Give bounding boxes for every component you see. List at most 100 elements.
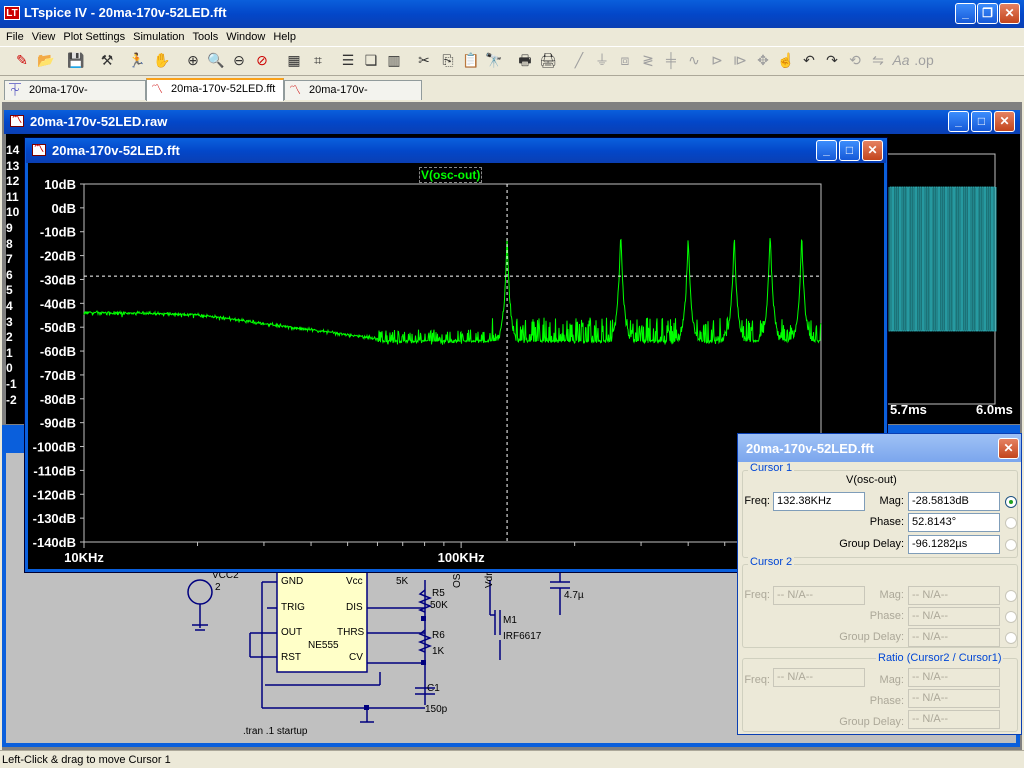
freq1-label: Freq: — [744, 495, 770, 507]
raw-close-button[interactable]: ✕ — [994, 111, 1015, 132]
status-text: Left-Click & drag to move Cursor 1 — [2, 754, 171, 766]
fft-trace-v-osc-out[interactable] — [83, 238, 822, 345]
tab-asc[interactable]: ⏇ 20ma-170v-52LED.asc — [4, 80, 146, 115]
fft-window-title: 20ma-170v-52LED.fft — [52, 143, 180, 158]
copy-icon[interactable]: ⎘ — [438, 50, 458, 70]
diode-icon[interactable]: ⊳ — [707, 50, 727, 70]
fft-minimize-button[interactable]: _ — [816, 140, 837, 161]
zoom-out-icon[interactable]: ⊖ — [229, 50, 249, 70]
cursor2-gd-radio[interactable] — [1005, 632, 1017, 644]
zoom-cancel-icon[interactable]: ⊘ — [252, 50, 272, 70]
tile-vertical-icon[interactable]: ▥ — [384, 50, 404, 70]
tab-raw[interactable]: 〽 20ma-170v-52LED.raw — [284, 80, 422, 115]
mag-ratio-field[interactable]: -- N/A-- — [908, 668, 1000, 687]
cursor1-gd-radio[interactable] — [1005, 539, 1017, 551]
raw-maximize-button[interactable]: □ — [971, 111, 992, 132]
cut-icon[interactable]: ✂ — [414, 50, 434, 70]
tab-fft[interactable]: 〽 20ma-170v-52LED.fft — [146, 78, 284, 101]
print-preview-icon[interactable]: 🖶 — [515, 50, 535, 70]
pin-trig: TRIG — [281, 602, 305, 613]
halt-icon[interactable]: ✋ — [152, 50, 172, 70]
raw-y-axis: 14 13 12 11 10 9 8 7 6 5 4 3 2 1 0 -1 -2 — [6, 143, 26, 413]
mag1-field[interactable]: -28.5813dB — [908, 492, 1000, 511]
component-icon[interactable]: ⧐ — [730, 50, 750, 70]
freq-ratio-field[interactable]: -- N/A-- — [773, 668, 865, 687]
mag2-field[interactable]: -- N/A-- — [908, 586, 1000, 605]
freq2-label: Freq: — [744, 589, 770, 601]
phase1-field[interactable]: 52.8143° — [908, 513, 1000, 532]
menu-item-view[interactable]: View — [28, 28, 60, 46]
freq2-field[interactable]: -- N/A-- — [773, 586, 865, 605]
minimize-button[interactable]: _ — [955, 3, 976, 24]
cascade-icon[interactable]: ❏ — [361, 50, 381, 70]
waveform-icon: 〽 — [289, 83, 302, 97]
gd1-field[interactable]: -96.1282µs — [908, 535, 1000, 554]
spice-directive-icon[interactable]: .op — [914, 50, 934, 70]
autorange-icon[interactable]: ▦ — [284, 50, 304, 70]
close-button[interactable]: ✕ — [999, 3, 1020, 24]
fft-maximize-button[interactable]: □ — [839, 140, 860, 161]
inductor-icon[interactable]: ∿ — [684, 50, 704, 70]
cursor2-phase-radio[interactable] — [1005, 611, 1017, 623]
raw-minimize-button[interactable]: _ — [948, 111, 969, 132]
cursor2-mag-radio[interactable] — [1005, 590, 1017, 602]
cursor1-label: Cursor 1 — [748, 462, 795, 474]
fft-close-button[interactable]: ✕ — [862, 140, 883, 161]
undo-icon[interactable]: ↶ — [799, 50, 819, 70]
menu-item-help[interactable]: Help — [269, 28, 300, 46]
find-icon[interactable]: 🔭 — [484, 50, 504, 70]
phase-ratio-field[interactable]: -- N/A-- — [908, 689, 1000, 708]
raw-y-tick: 9 — [6, 221, 13, 235]
text-icon[interactable]: Aa — [891, 50, 911, 70]
mirror-icon[interactable]: ⇋ — [868, 50, 888, 70]
open-icon[interactable]: 📂 — [36, 50, 56, 70]
raw-y-tick: 13 — [6, 158, 20, 173]
cursor1-mag-radio[interactable] — [1005, 496, 1017, 508]
paste-icon[interactable]: 📋 — [461, 50, 481, 70]
trace-label[interactable]: V(osc-out) — [419, 167, 483, 183]
zoom-in-icon[interactable]: ⊕ — [183, 50, 203, 70]
x-tick-label: 10KHz — [64, 550, 104, 565]
phase-ratio-label: Phase: — [869, 695, 904, 707]
grid-icon[interactable]: ⌗ — [308, 50, 328, 70]
save-icon[interactable]: 💾 — [66, 50, 86, 70]
run-icon[interactable]: 🏃 — [127, 50, 147, 70]
wire-icon[interactable]: ╱ — [569, 50, 589, 70]
freq1-field[interactable]: 132.38KHz — [773, 492, 865, 511]
mag1-label: Mag: — [879, 495, 904, 507]
ground-icon[interactable]: ⏚ — [592, 50, 612, 70]
menu-bar: File View Plot Settings Simulation Tools Wind… — [2, 28, 1022, 46]
print-icon[interactable]: 🖨 — [538, 50, 558, 70]
phase2-field[interactable]: -- N/A-- — [908, 607, 1000, 626]
raw-y-tick: 5 — [6, 283, 13, 298]
menu-item-window[interactable]: Window — [222, 28, 269, 46]
y-tick-label: -10dB — [40, 225, 76, 240]
cursor1-phase-radio[interactable] — [1005, 517, 1017, 529]
raw-y-tick: 11 — [6, 189, 19, 204]
raw-trace[interactable] — [888, 186, 997, 332]
label-c1: C1 — [427, 683, 440, 694]
pan-icon[interactable]: 🔍 — [206, 50, 226, 70]
menu-item-file[interactable]: File — [2, 28, 28, 46]
drag-icon[interactable]: ☝ — [776, 50, 796, 70]
y-tick-label: -50dB — [40, 320, 76, 335]
cursor-panel-close-button[interactable]: ✕ — [998, 438, 1019, 459]
spice-directive[interactable]: .tran .1 startup — [243, 726, 307, 737]
tile-horizontal-icon[interactable]: ☰ — [338, 50, 358, 70]
y-tick-label: -80dB — [40, 392, 76, 407]
raw-y-tick: -1 — [6, 377, 17, 391]
restore-button[interactable]: ❐ — [977, 3, 998, 24]
redo-icon[interactable]: ↷ — [822, 50, 842, 70]
control-panel-icon[interactable]: ⚒ — [97, 50, 117, 70]
gd2-field[interactable]: -- N/A-- — [908, 628, 1000, 647]
capacitor-icon[interactable]: ╪ — [661, 50, 681, 70]
menu-item-simulation[interactable]: Simulation — [129, 28, 188, 46]
rotate-icon[interactable]: ⟲ — [845, 50, 865, 70]
new-schematic-icon[interactable]: ✎ — [12, 50, 32, 70]
move-icon[interactable]: ✥ — [753, 50, 773, 70]
gd-ratio-field[interactable]: -- N/A-- — [908, 710, 1000, 729]
label-net-icon[interactable]: ⧈ — [615, 50, 635, 70]
resistor-icon[interactable]: ≷ — [638, 50, 658, 70]
menu-item-tools[interactable]: Tools — [189, 28, 223, 46]
menu-item-plot-settings[interactable]: Plot Settings — [59, 28, 129, 46]
